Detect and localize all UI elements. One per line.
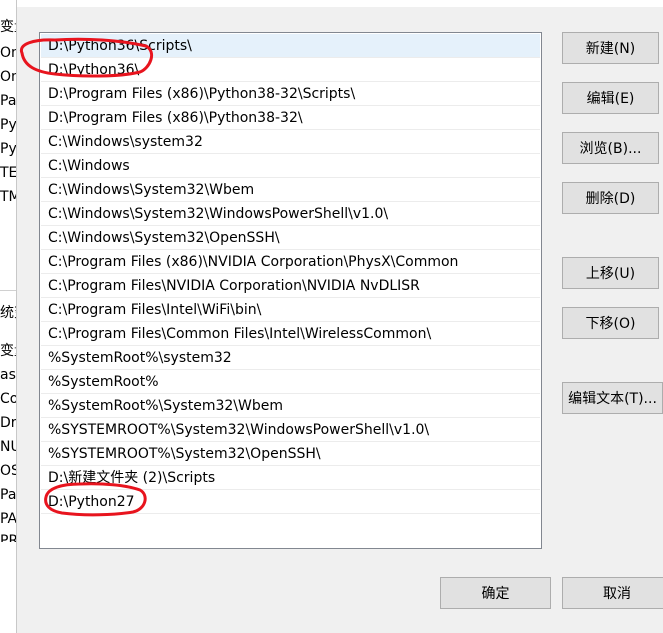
bg-label: TE (0, 165, 17, 181)
path-item[interactable]: C:\Windows (41, 154, 540, 178)
bg-label: Co (0, 391, 17, 407)
path-item[interactable]: D:\Python36\ (41, 58, 540, 82)
path-item[interactable]: %SystemRoot% (41, 370, 540, 394)
path-item[interactable]: D:\Program Files (x86)\Python38-32\ (41, 106, 540, 130)
path-item[interactable]: D:\新建文件夹 (2)\Scripts (41, 466, 540, 490)
bg-label: Py (0, 117, 17, 133)
ok-button[interactable]: 确定 (440, 577, 551, 609)
bg-label: 统变 (0, 305, 16, 321)
bg-label: TM (0, 189, 16, 205)
path-item[interactable]: D:\Python27 (41, 490, 540, 514)
bg-label: 变量 (0, 19, 16, 35)
path-item[interactable]: C:\Program Files (x86)\NVIDIA Corporatio… (41, 250, 540, 274)
path-item[interactable]: %SYSTEMROOT%\System32\OpenSSH\ (41, 442, 540, 466)
move-down-button[interactable]: 下移(O) (562, 307, 659, 339)
path-item[interactable]: C:\Program Files\NVIDIA Corporation\NVID… (41, 274, 540, 298)
cancel-button[interactable]: 取消 (562, 577, 663, 609)
path-item[interactable]: %SystemRoot%\system32 (41, 346, 540, 370)
browse-button[interactable]: 浏览(B)... (562, 132, 659, 164)
new-button[interactable]: 新建(N) (562, 32, 659, 64)
bg-label: Dr (0, 415, 17, 431)
path-item[interactable]: C:\Windows\System32\Wbem (41, 178, 540, 202)
bg-label: Py (0, 141, 17, 157)
bg-label: OS (0, 463, 16, 479)
bg-label: PA (0, 511, 17, 527)
move-up-button[interactable]: 上移(U) (562, 257, 659, 289)
path-item[interactable]: %SystemRoot%\System32\Wbem (41, 394, 540, 418)
bg-label: Pa (0, 93, 17, 109)
bg-label: 变量 (0, 343, 16, 359)
bg-label: Pa (0, 487, 17, 503)
path-item[interactable]: %SYSTEMROOT%\System32\WindowsPowerShell\… (41, 418, 540, 442)
bg-label: On (0, 45, 16, 61)
bg-divider (0, 290, 16, 291)
bg-label: PR (0, 533, 17, 542)
edit-text-button[interactable]: 编辑文本(T)... (562, 382, 663, 414)
path-list[interactable]: D:\Python36\Scripts\ D:\Python36\ D:\Pro… (39, 32, 542, 549)
background-window: 变量 On On Pa Py Py TE TM 统变 变量 asl Co Dr … (0, 0, 17, 633)
delete-button[interactable]: 删除(D) (562, 182, 659, 214)
path-item[interactable]: C:\Windows\system32 (41, 130, 540, 154)
bg-label: On (0, 69, 16, 85)
bg-label: asl (0, 367, 16, 383)
edit-path-dialog: D:\Python36\Scripts\ D:\Python36\ D:\Pro… (17, 0, 663, 633)
edit-button[interactable]: 编辑(E) (562, 82, 659, 114)
bg-label: NU (0, 439, 16, 455)
path-item[interactable]: C:\Program Files\Intel\WiFi\bin\ (41, 298, 540, 322)
dialog-title-bar (17, 0, 663, 7)
path-item[interactable]: D:\Program Files (x86)\Python38-32\Scrip… (41, 82, 540, 106)
path-item[interactable]: C:\Windows\System32\OpenSSH\ (41, 226, 540, 250)
path-item[interactable]: D:\Python36\Scripts\ (41, 34, 540, 58)
path-item[interactable]: C:\Program Files\Common Files\Intel\Wire… (41, 322, 540, 346)
path-item[interactable]: C:\Windows\System32\WindowsPowerShell\v1… (41, 202, 540, 226)
